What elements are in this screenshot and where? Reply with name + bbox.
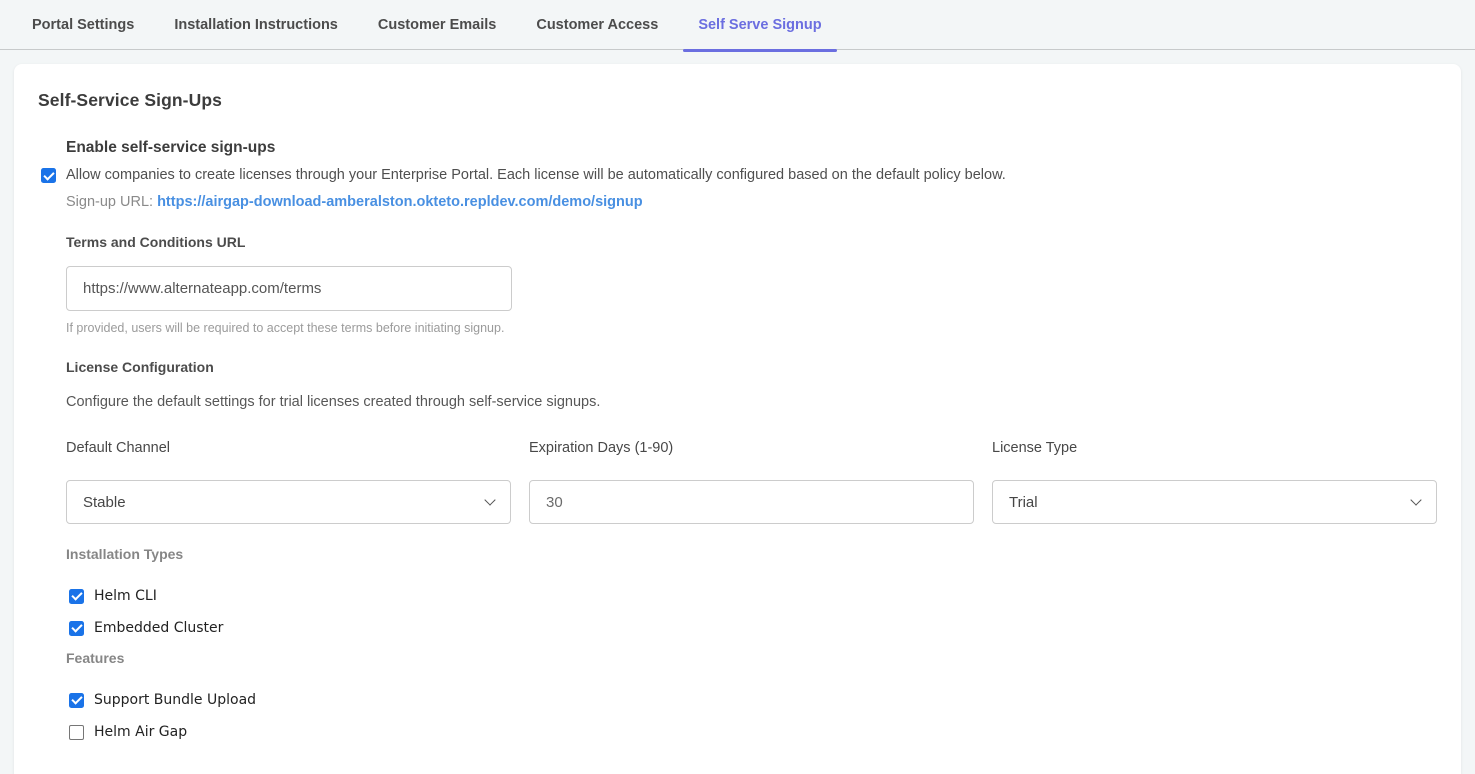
helm-cli-label: Helm CLI [94,588,157,604]
default-channel-label: Default Channel [66,440,511,456]
license-configuration-description: Configure the default settings for trial… [66,394,1437,410]
tab-installation-instructions[interactable]: Installation Instructions [159,0,353,50]
feature-support-bundle-upload[interactable]: Support Bundle Upload [69,690,1437,710]
embedded-cluster-checkbox[interactable] [69,621,84,636]
default-channel-select[interactable]: Stable [66,480,511,524]
enable-signups-heading: Enable self-service sign-ups [66,139,1437,157]
settings-tab-bar: Portal Settings Installation Instruction… [0,0,1475,50]
terms-url-label: Terms and Conditions URL [66,234,1437,250]
license-type-select[interactable]: Trial [992,480,1437,524]
terms-url-input[interactable] [66,266,512,311]
signup-url-line: Sign-up URL: https://airgap-download-amb… [66,194,1006,210]
installation-types-list: Helm CLI Embedded Cluster [69,586,1437,638]
signup-url-label: Sign-up URL: [66,194,153,210]
self-serve-signup-panel: Self-Service Sign-Ups Enable self-servic… [14,64,1461,774]
expiration-days-field: Expiration Days (1-90) [529,440,974,524]
installation-type-embedded-cluster[interactable]: Embedded Cluster [69,618,1437,638]
license-configuration-label: License Configuration [66,359,1437,375]
license-type-field: License Type Trial [992,440,1437,524]
installation-type-helm-cli[interactable]: Helm CLI [69,586,1437,606]
expiration-days-label: Expiration Days (1-90) [529,440,974,456]
default-channel-field: Default Channel Stable [66,440,511,524]
feature-helm-air-gap[interactable]: Helm Air Gap [69,722,1437,742]
enable-signups-description: Allow companies to create licenses throu… [66,166,1006,185]
support-bundle-upload-label: Support Bundle Upload [94,692,256,708]
signup-url-link[interactable]: https://airgap-download-amberalston.okte… [157,194,643,210]
features-label: Features [66,650,1437,666]
terms-url-helper: If provided, users will be required to a… [66,321,1437,335]
license-type-label: License Type [992,440,1437,456]
tab-customer-emails[interactable]: Customer Emails [363,0,511,50]
expiration-days-input[interactable] [529,480,974,524]
tab-portal-settings[interactable]: Portal Settings [17,0,149,50]
embedded-cluster-label: Embedded Cluster [94,620,223,636]
tab-customer-access[interactable]: Customer Access [521,0,673,50]
license-config-field-grid: Default Channel Stable Expiration Days (… [66,440,1437,524]
page-title: Self-Service Sign-Ups [38,90,1437,111]
helm-air-gap-label: Helm Air Gap [94,724,187,740]
features-list: Support Bundle Upload Helm Air Gap [69,690,1437,742]
enable-signups-row: Allow companies to create licenses throu… [41,166,1437,210]
enable-signups-checkbox[interactable] [41,168,56,183]
support-bundle-upload-checkbox[interactable] [69,693,84,708]
installation-types-label: Installation Types [66,546,1437,562]
tab-self-serve-signup[interactable]: Self Serve Signup [683,0,836,50]
enable-signups-text-block: Allow companies to create licenses throu… [66,166,1006,210]
helm-air-gap-checkbox[interactable] [69,725,84,740]
helm-cli-checkbox[interactable] [69,589,84,604]
